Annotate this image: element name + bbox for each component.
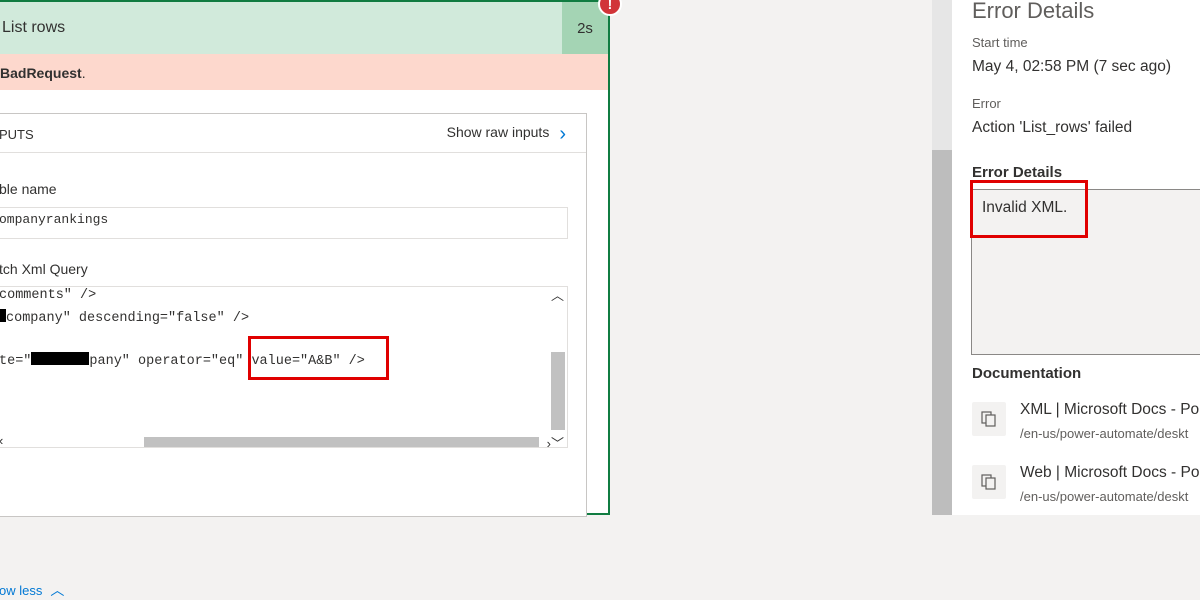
- fetch-xml-label: tch Xml Query: [0, 261, 88, 277]
- error-banner: BadRequest.: [0, 54, 608, 90]
- code-line: company" descending="false" />: [0, 309, 249, 326]
- panel-title: Error Details: [972, 0, 1095, 23]
- doc-link-title[interactable]: XML | Microsoft Docs - Po: [1020, 401, 1199, 419]
- action-card: List rows 2s BadRequest. PUTS Show raw i…: [0, 0, 610, 598]
- code-line: comments" />: [0, 288, 97, 303]
- fetch-xml-editor[interactable]: comments" /> company" descending="false"…: [0, 286, 568, 448]
- inputs-header-label: PUTS: [0, 127, 34, 142]
- error-details-box: Invalid XML.: [971, 189, 1200, 355]
- chevron-right-icon: ›: [559, 123, 566, 145]
- error-details-panel: Error Details Start time May 4, 02:58 PM…: [952, 0, 1200, 515]
- document-copy-icon: [972, 465, 1006, 499]
- doc-link-url: /en-us/power-automate/deskt: [1020, 426, 1189, 441]
- start-time-label: Start time: [972, 35, 1028, 50]
- doc-link-title[interactable]: Web | Microsoft Docs - Po: [1020, 464, 1199, 482]
- chevron-up-icon: ︿: [50, 582, 65, 598]
- start-time-value: May 4, 02:58 PM (7 sec ago): [972, 58, 1172, 75]
- inputs-header: PUTS Show raw inputs ›: [0, 114, 586, 153]
- error-details-text: Invalid XML.: [982, 199, 1068, 216]
- vertical-scroll-thumb[interactable]: [551, 352, 565, 430]
- inputs-section: PUTS Show raw inputs › ble name ompanyran…: [0, 113, 587, 598]
- scroll-up-icon[interactable]: ︿: [551, 287, 564, 304]
- redaction: [31, 352, 90, 365]
- error-label: Error: [972, 96, 1001, 111]
- table-name-field[interactable]: ompanyrankings: [0, 207, 568, 239]
- error-value: Action 'List_rows' failed: [972, 119, 1133, 136]
- doc-link-url: /en-us/power-automate/deskt: [1020, 489, 1189, 504]
- action-title: List rows: [2, 19, 66, 36]
- show-less-link[interactable]: ow less ︿: [0, 580, 64, 600]
- error-banner-text: BadRequest.: [0, 65, 86, 81]
- document-copy-icon: [972, 402, 1006, 436]
- table-name-label: ble name: [0, 181, 57, 197]
- scroll-left-icon[interactable]: ‹: [0, 433, 3, 447]
- documentation-label: Documentation: [972, 365, 1082, 382]
- error-details-label: Error Details: [972, 164, 1063, 181]
- show-raw-inputs-link[interactable]: Show raw inputs ›: [447, 123, 566, 145]
- canvas-scroll-thumb[interactable]: [932, 150, 952, 515]
- action-header[interactable]: List rows 2s: [0, 2, 608, 54]
- code-line: te=" pany" operator="eq" value="A&B" />: [0, 352, 365, 369]
- horizontal-scroll-thumb[interactable]: [144, 437, 539, 447]
- scroll-corner-icon[interactable]: ›﹀: [547, 433, 564, 447]
